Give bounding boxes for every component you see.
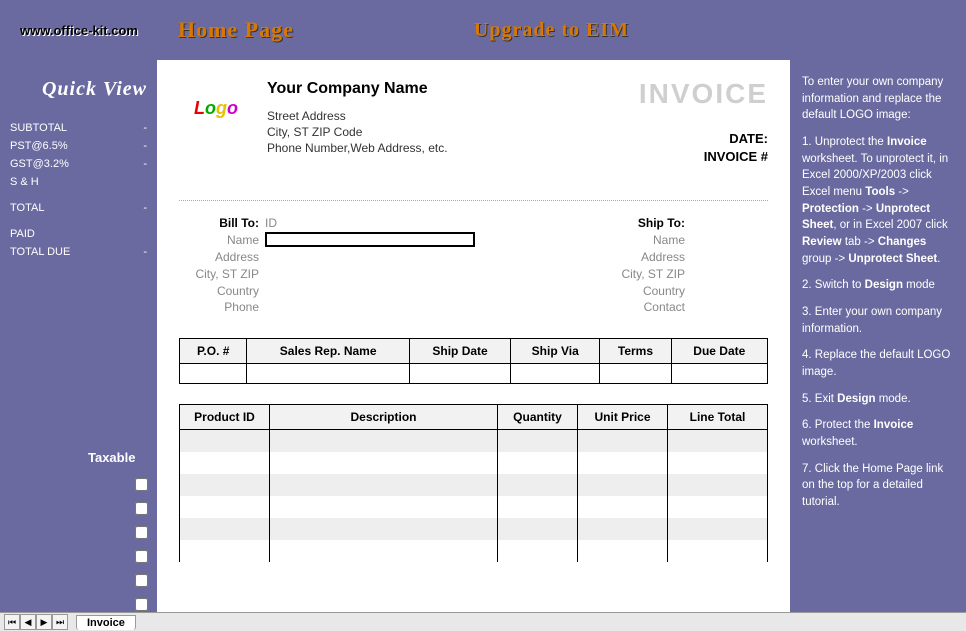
instructions-panel: To enter your own company information an…	[790, 60, 966, 612]
sheet-tab-invoice[interactable]: Invoice	[76, 615, 136, 630]
po-header: Ship Via	[511, 339, 600, 364]
instruction-step: 2. Switch to Design mode	[802, 277, 956, 294]
bill-to-field: Phone	[179, 299, 259, 316]
ship-to-block: Ship To: Name Address City, ST ZIP Count…	[605, 215, 685, 316]
company-citystzip: City, ST ZIP Code	[267, 124, 448, 140]
po-cell[interactable]	[511, 364, 600, 384]
tab-nav-first-icon[interactable]: ⏮	[4, 614, 20, 630]
sheet-tab-bar: ⏮ ◀ ▶ ⏭ Invoice	[0, 612, 966, 631]
taxable-label: Taxable	[88, 450, 135, 465]
taxable-checkbox[interactable]	[135, 478, 148, 491]
tab-nav-next-icon[interactable]: ▶	[36, 614, 52, 630]
ship-to-field: City, ST ZIP	[605, 266, 685, 283]
instruction-step: 5. Exit Design mode.	[802, 391, 956, 408]
table-row	[180, 474, 768, 496]
taxable-checkbox[interactable]	[135, 502, 148, 515]
bill-to-title: Bill To:	[179, 215, 259, 232]
instruction-step: 6. Protect the Invoice worksheet.	[802, 417, 956, 450]
taxable-checkbox[interactable]	[135, 574, 148, 587]
site-url[interactable]: www.office-kit.com	[20, 23, 138, 38]
qv-label: TOTAL	[10, 202, 44, 214]
date-label: DATE:	[639, 130, 768, 148]
taxable-checkboxes	[135, 478, 148, 611]
ship-to-field: Country	[605, 283, 685, 300]
qv-value: -	[143, 122, 147, 134]
items-table: Product ID Description Quantity Unit Pri…	[179, 404, 768, 562]
po-cell[interactable]	[600, 364, 671, 384]
company-street: Street Address	[267, 108, 448, 124]
item-header: Line Total	[668, 405, 768, 430]
bill-to-block: Bill To: ID Name Address City, ST ZIP Cou…	[179, 215, 475, 316]
item-header: Description	[270, 405, 498, 430]
po-cell[interactable]	[247, 364, 410, 384]
po-cell[interactable]	[180, 364, 247, 384]
qv-value: -	[143, 202, 147, 214]
upgrade-link[interactable]: Upgrade to EIM	[474, 19, 629, 42]
tab-nav-prev-icon[interactable]: ◀	[20, 614, 36, 630]
company-name: Your Company Name	[267, 80, 448, 98]
ship-to-field: Contact	[605, 299, 685, 316]
item-header: Product ID	[180, 405, 270, 430]
item-header: Quantity	[498, 405, 578, 430]
invoice-document: Logo Your Company Name Street Address Ci…	[157, 60, 790, 612]
instruction-step: 4. Replace the default LOGO image.	[802, 347, 956, 380]
bill-to-field: ID	[265, 215, 277, 232]
taxable-checkbox[interactable]	[135, 550, 148, 563]
company-contact: Phone Number,Web Address, etc.	[267, 140, 448, 156]
bill-to-field: Address	[179, 249, 259, 266]
tab-nav-last-icon[interactable]: ⏭	[52, 614, 68, 630]
item-header: Unit Price	[578, 405, 668, 430]
table-row	[180, 518, 768, 540]
bill-to-name-input[interactable]	[265, 232, 475, 247]
quick-view-sidebar: Quick View SUBTOTAL - PST@6.5% - GST@3.2% -…	[0, 60, 157, 612]
po-header: Due Date	[671, 339, 767, 364]
invoice-num-label: INVOICE #	[639, 148, 768, 166]
qv-label: SUBTOTAL	[10, 122, 67, 134]
qv-label: PST@6.5%	[10, 140, 68, 152]
taxable-checkbox[interactable]	[135, 598, 148, 611]
po-header: P.O. #	[180, 339, 247, 364]
po-cell[interactable]	[409, 364, 510, 384]
po-cell[interactable]	[671, 364, 767, 384]
ship-to-field: Address	[605, 249, 685, 266]
taxable-checkbox[interactable]	[135, 526, 148, 539]
home-page-link[interactable]: Home Page	[178, 17, 294, 43]
table-row	[180, 540, 768, 562]
qv-value: -	[143, 246, 147, 258]
ship-to-title: Ship To:	[605, 215, 685, 232]
table-row	[180, 496, 768, 518]
bill-to-field: Name	[179, 232, 259, 249]
ship-to-field: Name	[605, 232, 685, 249]
po-header: Ship Date	[409, 339, 510, 364]
header-bar: www.office-kit.com Home Page Upgrade to …	[0, 0, 966, 60]
bill-to-field: Country	[179, 283, 259, 300]
po-header: Sales Rep. Name	[247, 339, 410, 364]
qv-label: GST@3.2%	[10, 158, 69, 170]
qv-label: TOTAL DUE	[10, 246, 70, 258]
quick-view-title: Quick View	[10, 78, 147, 101]
invoice-title: INVOICE	[639, 78, 768, 110]
qv-value: -	[143, 140, 147, 152]
qv-label: S & H	[10, 176, 39, 188]
table-row	[180, 452, 768, 474]
qv-label: PAID	[10, 228, 35, 240]
table-row	[180, 430, 768, 452]
po-table: P.O. # Sales Rep. Name Ship Date Ship Vi…	[179, 338, 768, 384]
company-info: Your Company Name Street Address City, S…	[267, 78, 448, 166]
instruction-intro: To enter your own company information an…	[802, 74, 956, 124]
main-area: Quick View SUBTOTAL - PST@6.5% - GST@3.2% -…	[0, 60, 966, 612]
instruction-step: 1. Unprotect the Invoice worksheet. To u…	[802, 134, 956, 267]
instruction-step: 7. Click the Home Page link on the top f…	[802, 461, 956, 511]
logo-image: Logo	[179, 78, 253, 138]
instruction-step: 3. Enter your own company information.	[802, 304, 956, 337]
po-header: Terms	[600, 339, 671, 364]
bill-to-field: City, ST ZIP	[179, 266, 259, 283]
qv-value: -	[143, 158, 147, 170]
